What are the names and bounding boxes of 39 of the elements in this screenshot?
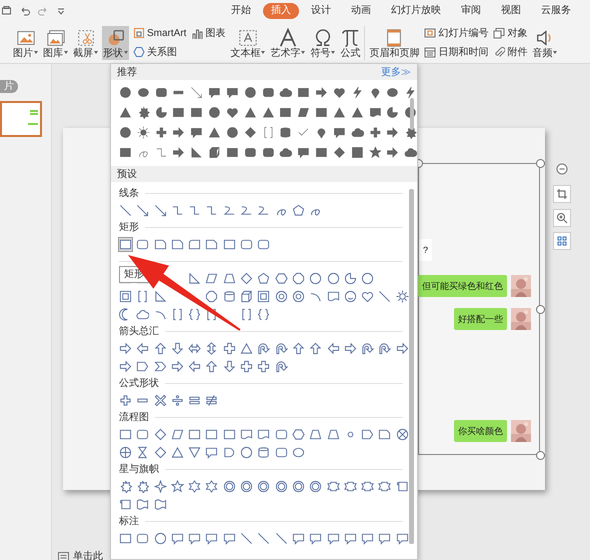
ribbon-button[interactable]: 形状 <box>102 26 129 60</box>
section-title: 流程图 <box>119 410 149 424</box>
section-title: 线条 <box>119 186 139 200</box>
ribbon-button[interactable]: 截屏 <box>72 26 99 60</box>
ribbon-button[interactable]: 文本框 <box>229 26 266 60</box>
ribbon-button[interactable]: 附件 <box>492 44 528 60</box>
ribbon-button[interactable]: 符号 <box>309 26 336 60</box>
section-title: 预设 <box>117 168 137 182</box>
ribbon-button[interactable]: 图表 <box>190 26 226 41</box>
ribbon-button[interactable]: 关系图 <box>132 44 188 60</box>
section-title: 推荐 <box>117 66 137 80</box>
ribbon-button[interactable]: 页眉和页脚 <box>368 26 420 60</box>
notes-hint: 单击此 <box>73 550 103 560</box>
section-title: 星与旗帜 <box>119 462 159 476</box>
ribbon-button[interactable]: 日期和时间 <box>423 44 490 60</box>
message-bubble: 好搭配一些 <box>454 308 507 330</box>
message-bubble: 你买啥颜色 <box>454 420 507 442</box>
menu-tab[interactable]: 幻灯片放映 <box>383 3 449 19</box>
section-title: 公式形状 <box>119 376 159 390</box>
section-title: 矩形 <box>119 220 139 234</box>
menu-tab[interactable]: 云服务 <box>533 3 579 19</box>
menu-tab[interactable]: 审阅 <box>453 3 489 19</box>
menu-tab[interactable]: 视图 <box>493 3 529 19</box>
ribbon-button[interactable]: 音频 <box>531 26 558 60</box>
more-link[interactable]: 更多≫ <box>381 64 411 80</box>
ribbon-button[interactable]: 幻灯片编号 <box>423 26 490 40</box>
message-bubble: 但可能买绿色和红色 <box>418 275 507 297</box>
ribbon-button[interactable]: 图库 <box>42 26 69 60</box>
menu-tab[interactable]: 设计 <box>303 3 339 19</box>
ribbon-button[interactable]: 对象 <box>492 26 528 40</box>
menu-tab[interactable]: 开始 <box>223 3 259 19</box>
section-title: 箭头总汇 <box>119 324 159 338</box>
ribbon-button[interactable]: 艺术字 <box>269 26 306 60</box>
ribbon-button[interactable]: 公式 <box>339 26 362 60</box>
section-title: 标注 <box>119 514 139 528</box>
menu-tab[interactable]: 动画 <box>343 3 379 19</box>
message-bubble: ? <box>419 239 432 261</box>
ribbon-button[interactable]: 图片 <box>12 26 39 60</box>
ribbon-button[interactable]: SmartArt <box>132 26 188 40</box>
